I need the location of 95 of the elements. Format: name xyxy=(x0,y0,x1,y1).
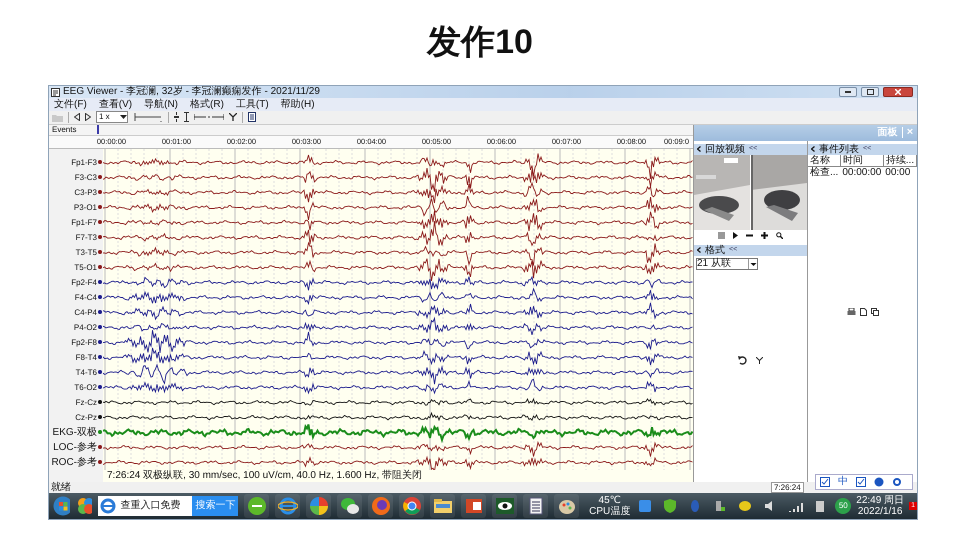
filter-icon[interactable] xyxy=(756,356,763,364)
maximize-button[interactable] xyxy=(861,87,879,97)
table-cell: 00:00 xyxy=(883,166,917,178)
channel-label: Fp1-F3 xyxy=(71,156,97,169)
chrome-style-icon[interactable] xyxy=(402,496,422,516)
copy-icon[interactable] xyxy=(871,308,880,316)
eye-icon[interactable] xyxy=(494,496,515,516)
channel-label: C4-P4 xyxy=(74,306,97,319)
speed-select[interactable]: 1 x xyxy=(96,111,128,124)
plus-icon[interactable] xyxy=(761,232,768,240)
slide-title: 发作10 xyxy=(426,22,534,64)
channel-label: Fp2-F4 xyxy=(71,276,97,289)
menu-item[interactable]: 文件(F) xyxy=(54,98,87,111)
channel-label: P3-O1 xyxy=(74,202,97,214)
print-icon[interactable] xyxy=(847,308,856,316)
channel-label: EKG-双极 xyxy=(52,426,97,440)
stop-icon[interactable] xyxy=(718,232,725,240)
undo-icon[interactable] xyxy=(738,356,748,365)
menu-item[interactable]: 导航(N) xyxy=(144,98,178,111)
channel-label: T4-T6 xyxy=(76,366,97,379)
play-icon[interactable] xyxy=(733,232,738,240)
help-icon[interactable] xyxy=(874,477,884,487)
panel-title: 面板 xyxy=(878,126,898,140)
page-icon[interactable] xyxy=(860,308,868,316)
filter-icon[interactable] xyxy=(229,113,237,122)
channel-label: F3-C3 xyxy=(74,172,97,184)
table-cell: 00:00:00 xyxy=(840,166,884,178)
channel-label: Fp1-F7 xyxy=(71,216,97,229)
channel-label: F7-T3 xyxy=(76,232,97,244)
menu-item[interactable]: 工具(T) xyxy=(236,98,269,111)
close-icon xyxy=(895,89,901,95)
channel-label: Fz-Cz xyxy=(76,396,97,409)
menu-item[interactable]: 查看(V) xyxy=(98,98,132,111)
channel-label: Fp2-F8 xyxy=(71,336,97,349)
column-header[interactable]: 名称 xyxy=(808,154,840,166)
table-cell: 检查... xyxy=(808,166,840,178)
caret-icon xyxy=(120,115,127,120)
caret-icon xyxy=(748,258,757,269)
event-list-title: 事件列表 xyxy=(819,144,859,155)
channel-label: Cz-Pz xyxy=(75,412,97,424)
close-button[interactable] xyxy=(883,87,913,97)
search-icon[interactable] xyxy=(776,232,783,240)
menu-item[interactable]: 格式(R) xyxy=(190,98,224,111)
colorful-app-icon[interactable] xyxy=(76,496,92,516)
page-icon[interactable] xyxy=(248,112,256,122)
browser-icon xyxy=(98,496,118,516)
montage-select[interactable]: 21 从联 xyxy=(696,258,758,270)
temperature-label: CPU温度 xyxy=(589,506,630,517)
slider-icon[interactable] xyxy=(133,112,163,122)
column-header[interactable]: 时间 xyxy=(840,154,884,166)
temperature-text: 45℃ xyxy=(598,494,621,506)
events-label: Events xyxy=(51,124,78,136)
settings-icon[interactable] xyxy=(892,477,902,487)
channel-label: P4-O2 xyxy=(74,322,97,334)
minus-circle-icon[interactable] xyxy=(246,496,267,516)
maximize-icon xyxy=(866,89,874,95)
span-icon[interactable] xyxy=(194,114,224,120)
next-icon[interactable] xyxy=(85,113,91,122)
channel-label: ROC-参考 xyxy=(51,456,97,470)
menu-item[interactable]: 帮助(H) xyxy=(280,98,315,111)
channel-label: T3-T5 xyxy=(76,246,97,259)
input-mode-button[interactable]: 中 xyxy=(838,477,848,487)
channel-label: F8-T4 xyxy=(76,352,97,364)
minimize-icon xyxy=(845,91,851,93)
window-title: EEG Viewer - 李冠澜, 32岁 - 李冠澜癫痫发作 - 2021/11/29 xyxy=(63,86,320,98)
status-time: 7:26:24 xyxy=(771,482,804,493)
minimize-button[interactable] xyxy=(839,87,857,97)
column-header[interactable]: 持续... xyxy=(883,154,917,166)
channel-label: C3-P3 xyxy=(74,186,97,199)
event-marker[interactable] xyxy=(97,125,99,134)
search-field[interactable]: 查重入口免费 xyxy=(118,496,192,516)
channel-label: T6-O2 xyxy=(74,382,97,394)
browser-icon[interactable] xyxy=(278,496,298,516)
chat-bubbles-icon[interactable] xyxy=(340,496,360,516)
compress-icon[interactable] xyxy=(174,112,179,122)
chevron-icon[interactable] xyxy=(697,247,701,254)
clock-date[interactable]: 2022/1/16 xyxy=(856,506,904,517)
minus-icon[interactable] xyxy=(746,232,753,240)
chevron-icon[interactable] xyxy=(697,146,701,152)
start-button-icon[interactable] xyxy=(53,496,70,516)
expand-icon[interactable] xyxy=(184,112,189,122)
checkbox-icon[interactable] xyxy=(820,477,830,487)
clock-time[interactable]: 22:49 周日 xyxy=(856,494,904,506)
chevron-icon[interactable] xyxy=(811,146,815,152)
previous-icon[interactable] xyxy=(74,113,80,122)
recording-settings-text: 7:26:24 双极纵联, 30 mm/sec, 100 uV/cm, 40.0 Hz, 1.600 Hz, 带阻关闭 xyxy=(106,470,424,482)
channel-label: T5-O1 xyxy=(74,262,97,274)
pinwheel-app-icon[interactable] xyxy=(308,496,329,516)
video-section-title: 回放视频 xyxy=(705,144,745,155)
channel-label: LOC-参考 xyxy=(53,440,97,455)
checkbox-icon[interactable] xyxy=(856,477,866,487)
status-text: 就绪 xyxy=(50,482,71,493)
app-icon xyxy=(51,88,60,96)
channel-label: F4-C4 xyxy=(74,292,97,304)
format-section-title: 格式 xyxy=(705,244,725,256)
